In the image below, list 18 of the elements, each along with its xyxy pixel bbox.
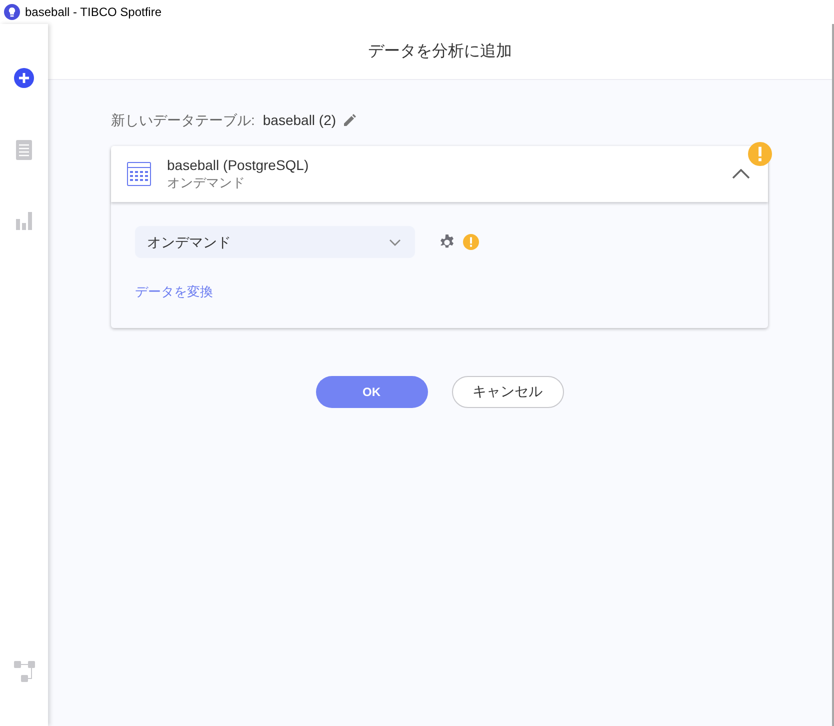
table-icon [127, 162, 151, 186]
source-subtitle: オンデマンド [167, 174, 246, 192]
settings-icon[interactable] [439, 234, 455, 250]
mode-select[interactable]: オンデマンド [135, 226, 415, 258]
app-logo-icon [4, 4, 20, 20]
cancel-button[interactable]: キャンセル [452, 376, 564, 408]
card-header[interactable]: baseball (PostgreSQL) オンデマンド [111, 146, 768, 202]
window-title: baseball - TIBCO Spotfire [25, 4, 162, 21]
chevron-up-icon[interactable] [732, 169, 750, 179]
new-table-label: 新しいデータテーブル: [111, 110, 255, 130]
table-name: baseball (2) [262, 110, 336, 130]
dialog-title: データを分析に追加 [368, 42, 512, 62]
pencil-icon[interactable] [344, 114, 356, 126]
source-title: baseball (PostgreSQL) [167, 156, 310, 174]
chevron-down-icon [389, 238, 401, 246]
warning-badge-icon [748, 142, 772, 166]
plus-icon[interactable] [14, 68, 34, 88]
warning-icon [463, 234, 479, 250]
